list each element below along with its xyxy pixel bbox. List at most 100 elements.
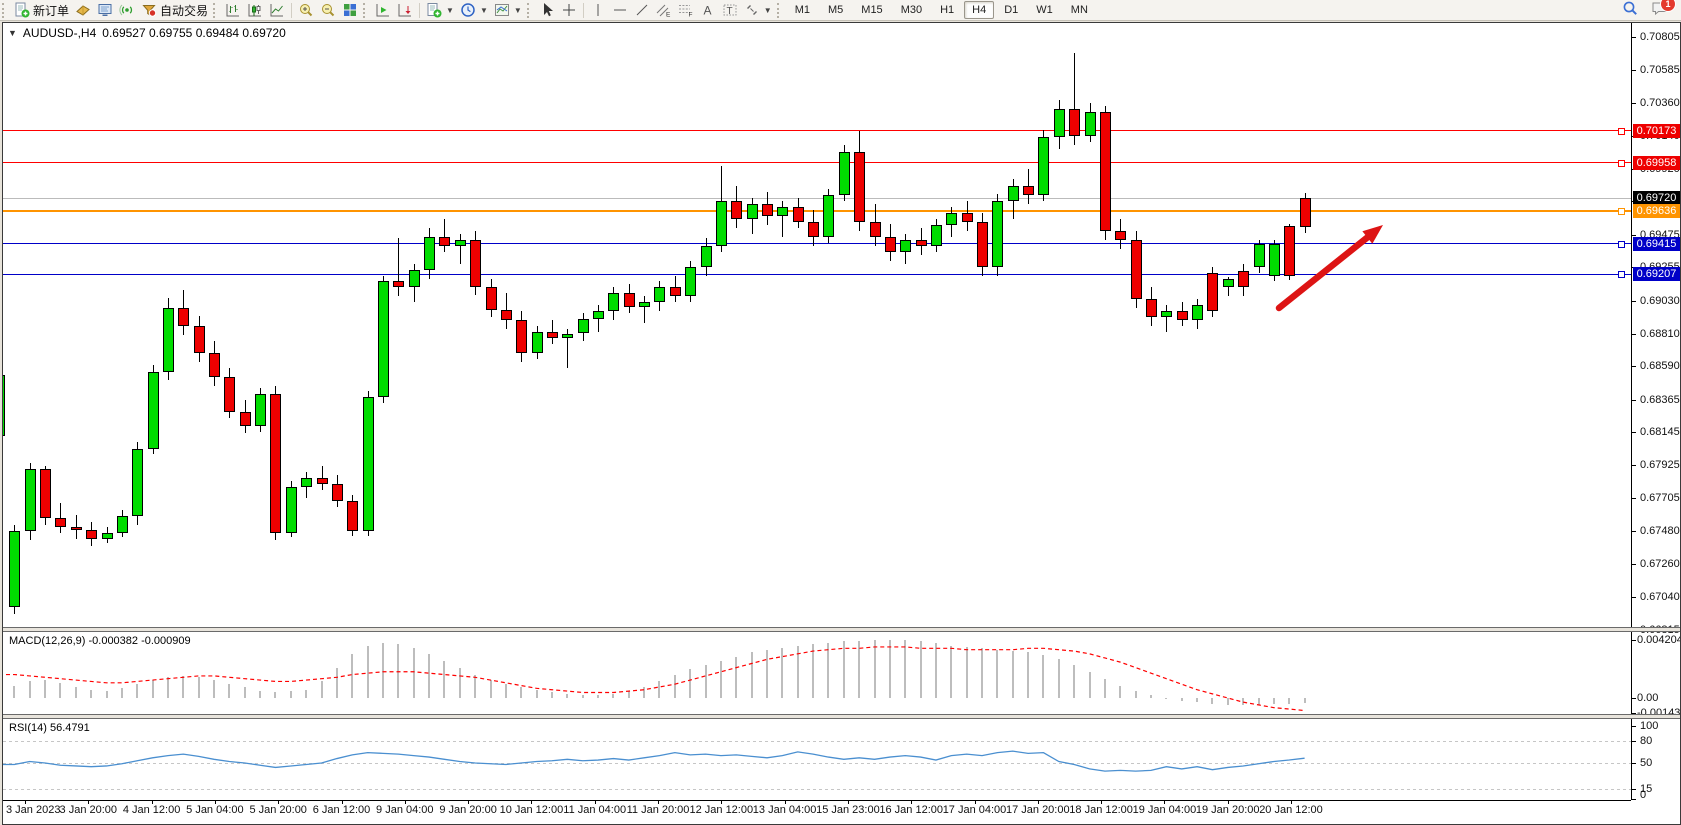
macd-histogram-bar (121, 688, 123, 698)
cursor-tool-button[interactable] (536, 1, 558, 20)
pane-splitter[interactable] (3, 714, 1680, 719)
horizontal-price-line[interactable] (3, 162, 1631, 163)
candle (793, 207, 804, 222)
toolbar-grip[interactable] (527, 3, 532, 18)
rsi-label: RSI(14) 56.4791 (9, 722, 90, 734)
trend-arrow[interactable] (1228, 203, 1408, 328)
crosshair-icon (561, 2, 577, 18)
auto-scroll-button[interactable] (372, 1, 394, 20)
chart-shift-button[interactable] (394, 1, 416, 20)
equidistant-channel-tool-button[interactable]: E (653, 1, 675, 20)
line-anchor[interactable] (1618, 271, 1625, 278)
package-button[interactable] (72, 1, 94, 20)
candle (823, 195, 834, 237)
timeframe-button-M5[interactable]: M5 (820, 1, 851, 19)
vertical-line-tool-button[interactable] (587, 1, 609, 20)
macd-histogram-bar (689, 669, 691, 698)
tile-windows-button[interactable] (339, 1, 361, 20)
macd-histogram-bar (766, 650, 768, 698)
timeframe-button-H1[interactable]: H1 (932, 1, 962, 19)
candlestick-chart-button[interactable] (244, 1, 266, 20)
timeframe-button-W1[interactable]: W1 (1028, 1, 1061, 19)
line-anchor[interactable] (1618, 160, 1625, 167)
time-axis-label: 16 Jan 12:00 (879, 804, 943, 816)
zoom-out-button[interactable] (317, 1, 339, 20)
toolbar-grip[interactable] (777, 3, 782, 18)
time-axis-label: 3 Jan 20:00 (60, 804, 118, 816)
arrows-tool-button[interactable]: ▼ (741, 1, 775, 20)
auto-trading-button[interactable]: 自动交易 (138, 1, 211, 20)
macd-histogram-bar (966, 647, 968, 698)
toolbar-grip[interactable] (213, 3, 218, 18)
timeframe-button-H4[interactable]: H4 (964, 1, 994, 19)
toolbar-grip[interactable] (363, 3, 368, 18)
macd-histogram-bar (182, 676, 184, 698)
timeframe-button-MN[interactable]: MN (1063, 1, 1096, 19)
timeframe-button-D1[interactable]: D1 (996, 1, 1026, 19)
candle (332, 484, 343, 502)
candle (347, 501, 358, 531)
horizontal-price-line[interactable] (3, 130, 1631, 131)
bar-chart-button[interactable] (222, 1, 244, 20)
candle (593, 311, 604, 318)
price-axis-label: 0.67040 (1640, 591, 1680, 603)
candle (1161, 311, 1172, 317)
collapse-icon[interactable]: ▼ (8, 28, 17, 38)
bar-chart-icon (225, 2, 241, 18)
horizontal-line-tool-button[interactable] (609, 1, 631, 20)
time-axis-label: 5 Jan 20:00 (249, 804, 307, 816)
templates-button[interactable]: ▼ (491, 1, 525, 20)
toolbar-grip[interactable] (2, 3, 7, 18)
metaeditor-button[interactable] (94, 1, 116, 20)
crosshair-tool-button[interactable] (558, 1, 580, 20)
candle (409, 270, 420, 288)
candle (516, 320, 527, 353)
chart-window[interactable]: ▼ AUDUSD-,H4 0.69527 0.69755 0.69484 0.6… (2, 22, 1681, 825)
auto-trading-label: 自动交易 (160, 2, 208, 19)
macd-histogram-bar (1181, 698, 1183, 701)
price-axis-tick (1631, 366, 1636, 367)
rsi-axis-label: 80 (1640, 735, 1652, 747)
candle (1177, 311, 1188, 320)
trendline-tool-button[interactable] (631, 1, 653, 20)
text-tool-button[interactable]: A (697, 1, 719, 20)
rsi-axis-label: 50 (1640, 757, 1652, 769)
search-icon[interactable] (1622, 0, 1639, 20)
price-axis-label: 0.68810 (1640, 328, 1680, 340)
line-anchor[interactable] (1618, 208, 1625, 215)
fibonacci-tool-button[interactable]: F (675, 1, 697, 20)
timeframe-button-M1[interactable]: M1 (787, 1, 818, 19)
macd-histogram-bar (1012, 651, 1014, 698)
periods-button[interactable]: ▼ (457, 1, 491, 20)
zoom-in-icon (298, 2, 314, 18)
macd-histogram-bar (874, 640, 876, 698)
pane-splitter[interactable] (3, 627, 1680, 632)
candle (578, 319, 589, 334)
new-chart-button[interactable]: ▼ (423, 1, 457, 20)
price-axis-tick (1631, 531, 1636, 532)
line-chart-button[interactable] (266, 1, 288, 20)
line-anchor[interactable] (1618, 241, 1625, 248)
macd-histogram-bar (981, 648, 983, 698)
macd-histogram-bar (290, 691, 292, 698)
chevron-down-icon: ▼ (480, 6, 488, 15)
macd-histogram-bar (1288, 698, 1290, 704)
line-anchor[interactable] (1618, 128, 1625, 135)
macd-histogram-bar (244, 687, 246, 698)
timeframe-button-M30[interactable]: M30 (893, 1, 930, 19)
price-axis-tick (1631, 103, 1636, 104)
macd-histogram-bar (336, 668, 338, 698)
text-label-tool-button[interactable]: T (719, 1, 741, 20)
macd-histogram-bar (1242, 698, 1244, 705)
zoom-in-button[interactable] (295, 1, 317, 20)
macd-histogram-bar (13, 686, 15, 698)
timeframe-button-M15[interactable]: M15 (853, 1, 890, 19)
time-axis-label: 11 Jan 20:00 (627, 804, 690, 816)
signals-button[interactable] (116, 1, 138, 20)
notifications-button[interactable]: 1 (1651, 0, 1669, 20)
new-order-icon (14, 2, 30, 18)
macd-histogram-bar (397, 644, 399, 698)
current-price-line[interactable] (3, 198, 1631, 199)
toolbar-separator (419, 3, 420, 18)
new-order-button[interactable]: 新订单 (11, 1, 72, 20)
